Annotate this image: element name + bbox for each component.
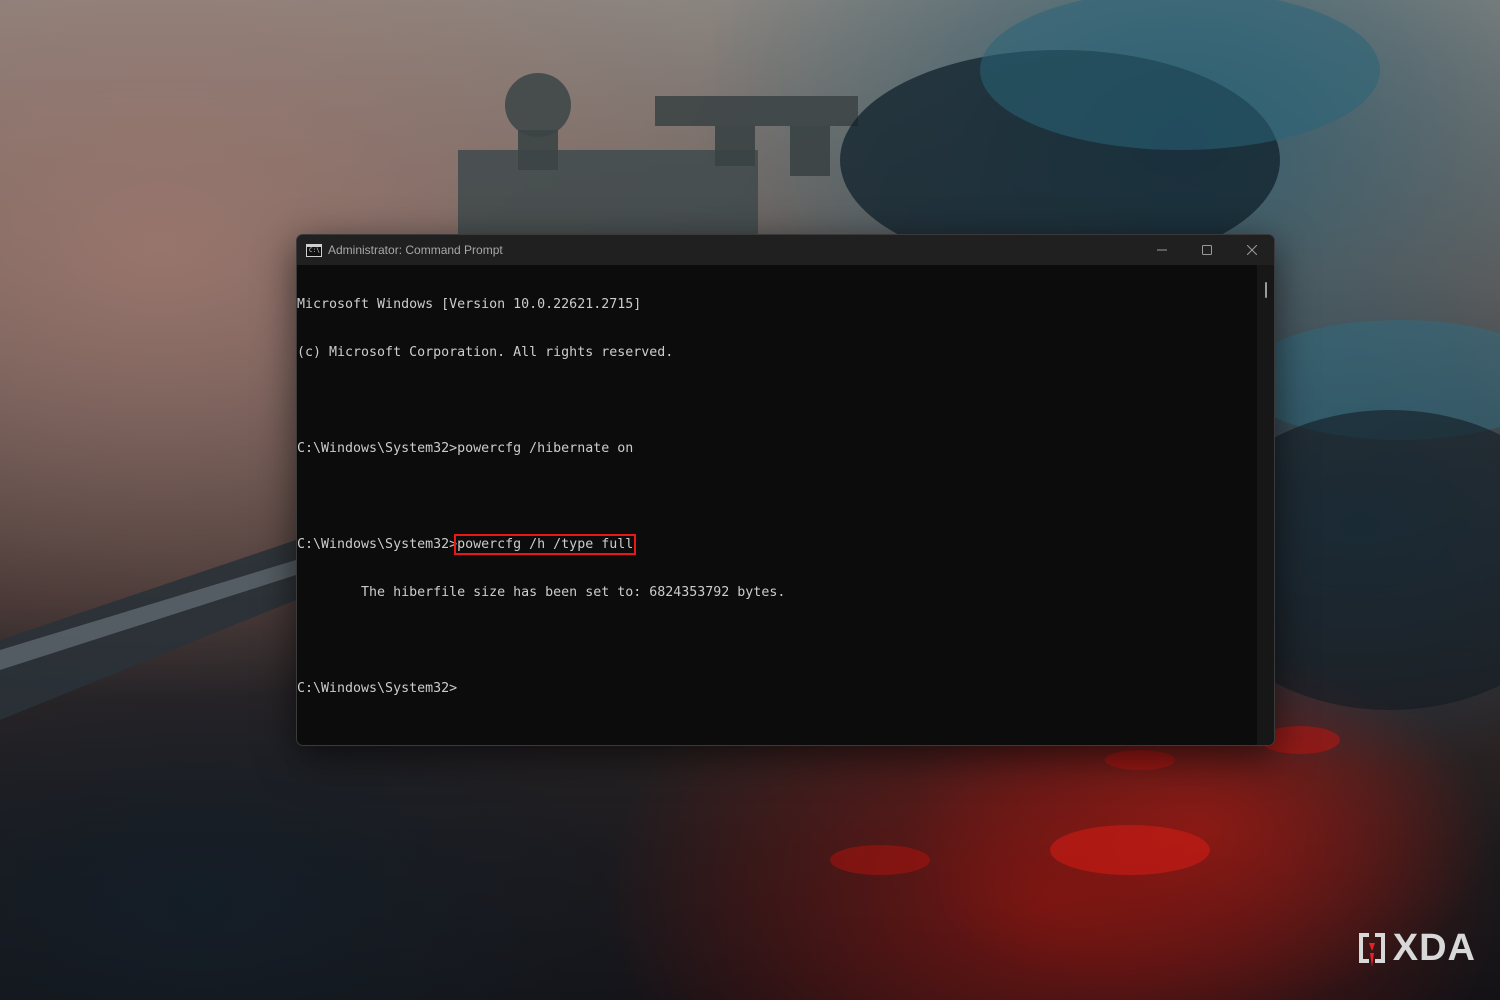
- console-area[interactable]: Microsoft Windows [Version 10.0.22621.27…: [297, 265, 1274, 745]
- prompt-text: C:\Windows\System32>: [297, 537, 458, 552]
- console-line-highlight-command: C:\Windows\System32>powercfg /h /type fu…: [297, 534, 785, 555]
- window-title: Administrator: Command Prompt: [328, 243, 503, 257]
- maximize-icon: [1201, 245, 1212, 255]
- xda-watermark-text: XDA: [1392, 927, 1476, 969]
- xda-logo-icon: [1358, 932, 1385, 967]
- minimize-button[interactable]: [1139, 235, 1184, 265]
- close-button[interactable]: [1229, 235, 1274, 265]
- console-line: Microsoft Windows [Version 10.0.22621.27…: [297, 297, 642, 312]
- desktop-background: C:\ Administrator: Command Prompt Micros…: [0, 0, 1500, 1000]
- command-prompt-window[interactable]: C:\ Administrator: Command Prompt Micros…: [296, 234, 1275, 746]
- close-icon: [1246, 245, 1257, 255]
- cmd-icon: C:\: [306, 243, 322, 257]
- title-bar[interactable]: C:\ Administrator: Command Prompt: [297, 235, 1274, 265]
- console-output: Microsoft Windows [Version 10.0.22621.27…: [297, 265, 785, 729]
- console-line-current-prompt[interactable]: C:\Windows\System32>: [297, 681, 785, 697]
- maximize-button[interactable]: [1184, 235, 1229, 265]
- highlighted-command: powercfg /h /type full: [454, 534, 637, 555]
- scrollbar-thumb[interactable]: [1265, 282, 1267, 298]
- vertical-scrollbar[interactable]: [1257, 265, 1274, 745]
- console-line: The hiberfile size has been set to: 6824…: [297, 585, 786, 600]
- minimize-icon: [1156, 249, 1167, 251]
- console-line: C:\Windows\System32>powercfg /hibernate …: [297, 441, 634, 456]
- xda-watermark: XDA: [1355, 927, 1476, 970]
- window-controls: [1139, 235, 1274, 265]
- console-line: (c) Microsoft Corporation. All rights re…: [297, 345, 674, 360]
